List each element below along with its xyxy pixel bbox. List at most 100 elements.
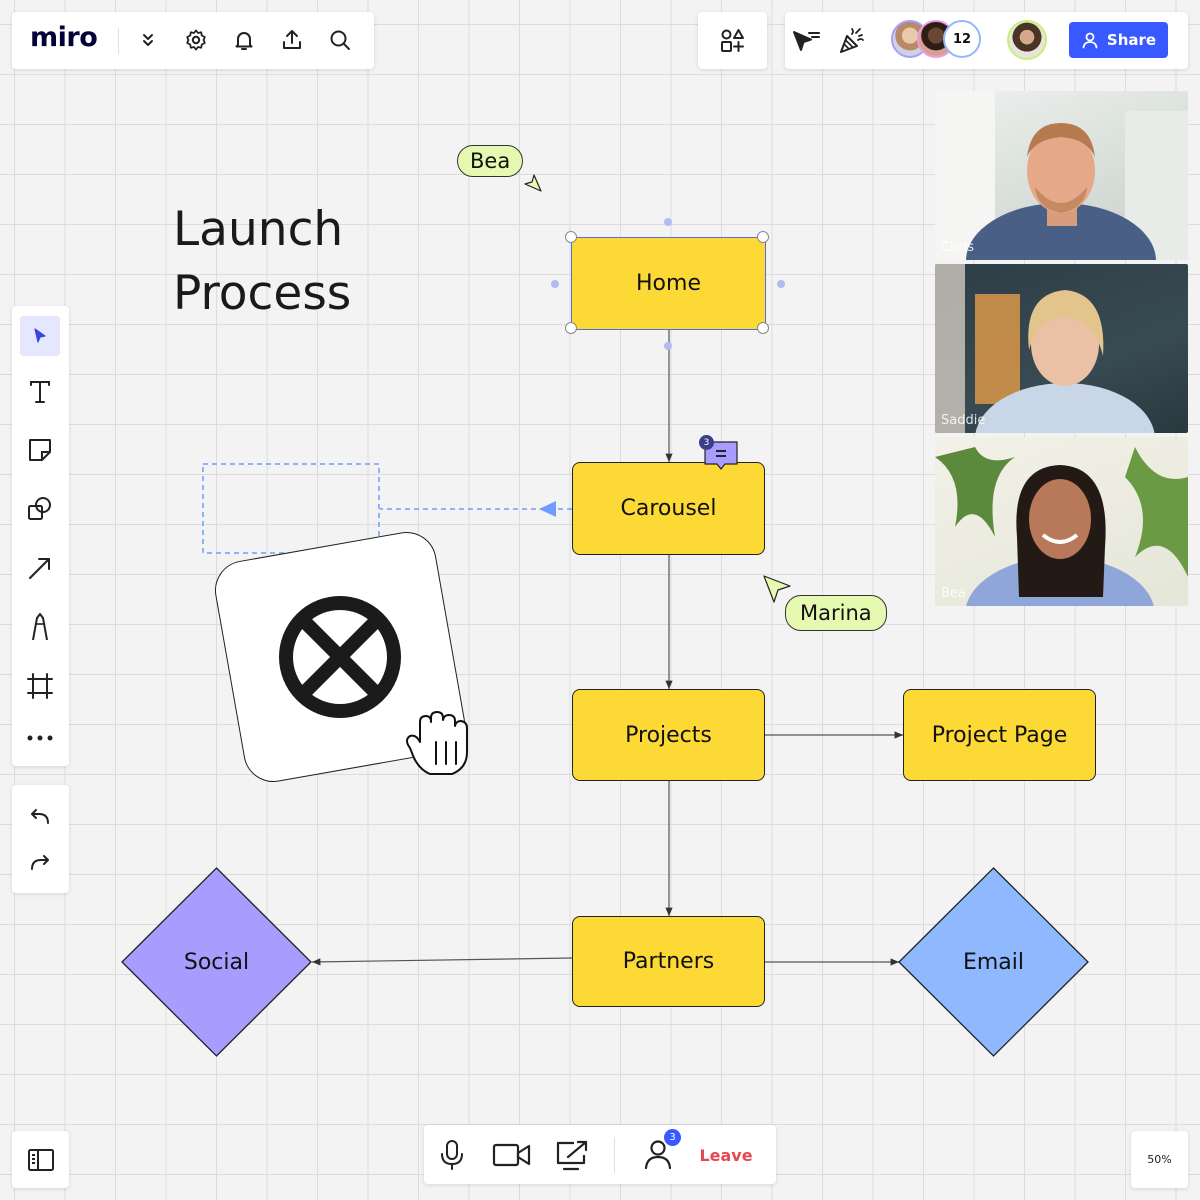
node-partners[interactable]: Partners [572, 916, 765, 1007]
video-feed[interactable]: Chris [935, 91, 1188, 260]
crossed-circle-icon [279, 596, 401, 718]
collaboration-toolbar: 12 Share [785, 12, 1188, 69]
user-icon [1082, 32, 1098, 49]
grab-hand-cursor-icon [406, 711, 468, 775]
resize-handle[interactable] [565, 231, 577, 243]
pen-icon [32, 613, 48, 641]
node-projects[interactable]: Projects [572, 689, 765, 781]
participant-photo [935, 91, 1188, 260]
node-social[interactable]: Social [121, 867, 312, 1057]
more-icon [27, 735, 53, 741]
search-icon [330, 30, 350, 50]
node-label: Project Page [931, 722, 1068, 748]
party-popper-icon [840, 28, 864, 53]
node-label: Carousel [620, 496, 717, 521]
participants-count-badge: 3 [664, 1129, 681, 1146]
notifications-button[interactable] [230, 26, 258, 54]
node-label: Home [636, 271, 701, 296]
sticky-note-tool-button[interactable] [20, 430, 60, 470]
history-toolbar [12, 785, 69, 893]
zoom-level-text: 50% [1147, 1153, 1172, 1166]
frame-icon [27, 673, 53, 699]
comment-marker[interactable]: 3 [699, 435, 741, 473]
cursor-filter-icon [793, 31, 820, 51]
node-label: Email [962, 949, 1025, 975]
frame-tool-button[interactable] [20, 666, 60, 706]
pen-tool-button[interactable] [20, 607, 60, 647]
share-button[interactable]: Share [1069, 22, 1168, 58]
more-tools-button[interactable] [20, 718, 60, 758]
microphone-button[interactable] [434, 1137, 470, 1173]
redo-icon [31, 855, 49, 870]
resize-handle[interactable] [757, 322, 769, 334]
avatar-count-badge[interactable]: 12 [943, 20, 981, 58]
video-participant-name: Chris [941, 240, 975, 255]
board-panel-button[interactable] [12, 1131, 69, 1188]
video-feed[interactable]: Saddie [935, 264, 1188, 433]
current-user-avatar[interactable] [1007, 20, 1047, 60]
resize-handle[interactable] [757, 231, 769, 243]
video-participant-name: Saddie [941, 413, 986, 428]
select-icon [34, 328, 46, 343]
apps-button[interactable] [698, 12, 767, 69]
connection-line-tool-button[interactable] [20, 548, 60, 588]
connector-partners-social[interactable] [311, 957, 573, 966]
node-label: Projects [625, 722, 712, 748]
bell-icon [235, 32, 253, 50]
resize-handle[interactable] [565, 322, 577, 334]
node-email[interactable]: Email [898, 867, 1089, 1057]
leave-call-button[interactable]: Leave [694, 1143, 758, 1167]
selection-dot[interactable] [664, 218, 672, 226]
search-button[interactable] [326, 26, 354, 54]
comment-count-badge: 3 [699, 435, 714, 450]
board-title-line: Launch [173, 202, 344, 257]
share-button-label: Share [1106, 31, 1157, 49]
camera-button[interactable] [490, 1137, 534, 1173]
dashed-placeholder-frame[interactable] [202, 463, 380, 554]
call-bar-divider [614, 1137, 615, 1173]
creation-toolbar [12, 306, 69, 766]
video-feed[interactable]: Bea [935, 437, 1188, 606]
node-home[interactable]: Home [571, 237, 766, 330]
node-project-page[interactable]: Project Page [903, 689, 1096, 781]
zoom-level-button[interactable]: 50% [1131, 1131, 1188, 1188]
select-tool-button[interactable] [20, 316, 60, 356]
cursor-label-bea: Bea [457, 145, 524, 177]
top-left-toolbar: miro [12, 12, 374, 69]
dashed-connector-arrowhead [539, 501, 556, 517]
selection-dot[interactable] [551, 280, 559, 288]
board-menu-button[interactable] [134, 26, 162, 54]
sidebar-panel-icon [27, 1148, 54, 1171]
export-button[interactable] [278, 26, 306, 54]
settings-button[interactable] [182, 26, 210, 54]
microphone-icon [441, 1140, 463, 1170]
node-carousel[interactable]: Carousel [572, 462, 765, 555]
participant-photo [935, 447, 1188, 606]
selection-dot[interactable] [777, 280, 785, 288]
text-tool-button[interactable] [20, 372, 60, 412]
screen-share-icon [556, 1140, 588, 1171]
chevrons-down-icon [143, 34, 153, 46]
screen-share-button[interactable] [552, 1137, 592, 1173]
apps-shapes-icon [720, 28, 744, 52]
cursor-arrow-icon [524, 174, 542, 192]
participants-button[interactable]: 3 [636, 1129, 681, 1175]
board-title[interactable]: Launch Process [173, 198, 351, 326]
text-icon [30, 381, 50, 403]
miro-logo[interactable]: miro [30, 22, 98, 53]
shapes-tool-button[interactable] [20, 489, 60, 529]
celebrate-button[interactable] [837, 26, 867, 56]
participant-photo [935, 264, 1155, 433]
cursor-tools-button[interactable] [789, 26, 823, 56]
toolbar-divider [118, 28, 119, 54]
node-label: Partners [622, 949, 715, 974]
selection-dot[interactable] [664, 342, 672, 350]
sticky-note-icon [29, 439, 51, 461]
cursor-label-marina: Marina [785, 595, 887, 631]
upload-icon [283, 30, 301, 49]
undo-button[interactable] [20, 797, 60, 837]
redo-button[interactable] [20, 843, 60, 883]
board-title-line: Process [173, 266, 352, 321]
undo-icon [31, 809, 49, 824]
arrow-icon [29, 558, 50, 579]
